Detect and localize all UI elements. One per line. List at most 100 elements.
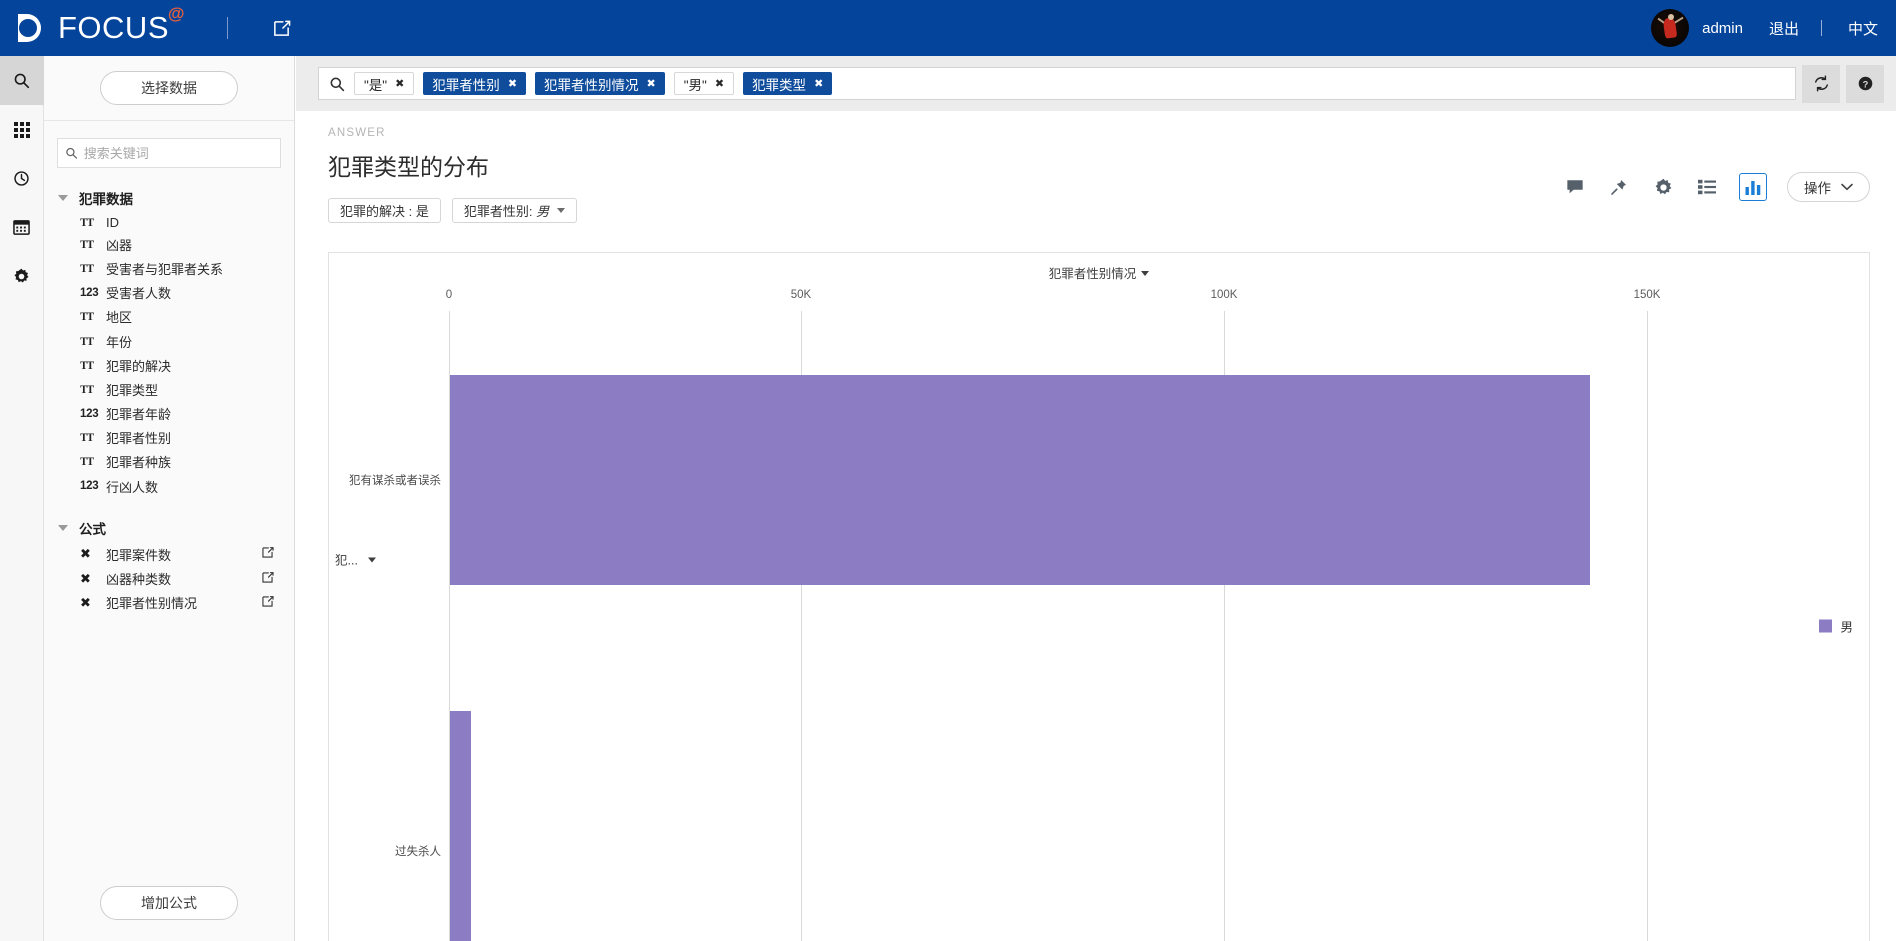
- legend-label-male: 男: [1840, 620, 1853, 635]
- table-icon[interactable]: [1695, 175, 1719, 199]
- chevron-down-icon[interactable]: [1141, 271, 1150, 276]
- rail-item-recent[interactable]: [0, 154, 44, 203]
- pin-icon[interactable]: [1607, 175, 1631, 199]
- caret-down-icon[interactable]: [58, 525, 68, 532]
- text-type-icon: TT: [80, 238, 106, 251]
- field-region[interactable]: TT 地区: [44, 305, 294, 329]
- search-input[interactable]: [83, 145, 273, 161]
- token-remove-icon[interactable]: ✖: [395, 77, 404, 90]
- text-type-icon: TT: [80, 262, 106, 275]
- chevron-down-icon[interactable]: [557, 208, 566, 213]
- chart-x-axis-title[interactable]: 犯罪者性别情况: [329, 263, 1869, 282]
- header-user-area: admin 退出 中文: [1651, 9, 1878, 47]
- comment-icon[interactable]: [1563, 175, 1587, 199]
- token-remove-icon[interactable]: ✖: [814, 77, 823, 90]
- field-victim-offender-relation[interactable]: TT 受害者与犯罪者关系: [44, 256, 294, 280]
- chevron-down-icon: [1841, 183, 1853, 191]
- bar-murder-manslaughter[interactable]: [450, 375, 1590, 585]
- caret-down-icon[interactable]: [58, 195, 68, 201]
- language-link[interactable]: 中文: [1848, 18, 1878, 39]
- token-label: "是": [364, 77, 388, 93]
- filter-chip-gender[interactable]: 犯罪者性别: 男: [451, 198, 578, 223]
- help-icon[interactable]: ?: [1846, 64, 1884, 103]
- field-offender-gender[interactable]: TT 犯罪者性别: [44, 426, 294, 450]
- sidebar-search[interactable]: [57, 138, 281, 168]
- token-label: 犯罪类型: [752, 77, 807, 93]
- avatar[interactable]: [1651, 9, 1690, 47]
- field-offender-race[interactable]: TT 犯罪者种族: [44, 450, 294, 474]
- sidebar-footer: 增加公式: [44, 865, 294, 941]
- chart-plot-area: 0 50K 100K 150K 犯有谋杀或者误杀 过失杀人 犯... 男: [329, 289, 1869, 941]
- text-type-icon: TT: [80, 359, 106, 372]
- token-label: "男": [683, 77, 707, 93]
- formula-offender-gender-status[interactable]: ✖ 犯罪者性别情况: [44, 591, 294, 615]
- number-type-icon: 123: [80, 480, 99, 493]
- formula-x-icon: ✖: [80, 570, 91, 586]
- gridline-3: 150K: [1634, 289, 1660, 941]
- rail-item-grid[interactable]: [0, 105, 44, 154]
- edit-square-icon[interactable]: [272, 19, 291, 38]
- add-formula-button[interactable]: 增加公式: [100, 886, 238, 920]
- formula-crime-case-count[interactable]: ✖ 犯罪案件数: [44, 542, 294, 566]
- token-remove-icon[interactable]: ✖: [508, 77, 517, 90]
- svg-text:T: T: [87, 217, 95, 229]
- field-tree: 犯罪数据 TT ID TT 凶器 TT 受害者与犯罪者关系 123 受害者人数 …: [44, 184, 294, 865]
- svg-text:T: T: [87, 312, 95, 324]
- edit-formula-icon[interactable]: [261, 595, 274, 611]
- chart-legend: 男: [1819, 617, 1853, 636]
- refresh-icon[interactable]: [1802, 64, 1840, 103]
- x-tick-label-3: 150K: [1633, 289, 1661, 301]
- formula-x-icon: ✖: [80, 594, 91, 610]
- field-label: 犯罪类型: [106, 382, 159, 398]
- field-victim-count[interactable]: 123 受害者人数: [44, 281, 294, 305]
- field-id[interactable]: TT ID: [44, 212, 294, 232]
- bar-negligent-homicide[interactable]: [450, 711, 471, 941]
- gear-icon[interactable]: [1651, 175, 1675, 199]
- query-token-1[interactable]: 犯罪者性别 ✖: [423, 72, 527, 95]
- filter-chip-label: 犯罪的解决 : 是: [340, 204, 429, 219]
- token-remove-icon[interactable]: ✖: [715, 77, 724, 90]
- field-offender-count[interactable]: 123 行凶人数: [44, 474, 294, 498]
- edit-formula-icon[interactable]: [261, 571, 274, 587]
- chart-icon[interactable]: [1739, 173, 1767, 201]
- header-divider: [227, 17, 228, 39]
- field-offender-age[interactable]: 123 犯罪者年龄: [44, 402, 294, 426]
- query-token-0[interactable]: "是" ✖: [354, 72, 415, 95]
- search-icon: [66, 147, 78, 159]
- filter-chip-resolution[interactable]: 犯罪的解决 : 是: [328, 198, 441, 223]
- tree-group-formulas[interactable]: 公式: [44, 514, 294, 542]
- operations-button[interactable]: 操作: [1787, 172, 1870, 202]
- text-type-icon: TT: [80, 216, 106, 229]
- field-crime-resolution[interactable]: TT 犯罪的解决: [44, 353, 294, 377]
- query-token-3[interactable]: "男" ✖: [673, 72, 735, 95]
- query-token-2[interactable]: 犯罪者性别情况 ✖: [535, 72, 665, 95]
- token-remove-icon[interactable]: ✖: [647, 77, 656, 90]
- formula-weapon-type-count[interactable]: ✖ 凶器种类数: [44, 566, 294, 590]
- chevron-down-icon[interactable]: [367, 557, 376, 563]
- svg-text:T: T: [87, 336, 95, 348]
- field-label: 犯罪者种族: [106, 455, 172, 471]
- edit-formula-icon[interactable]: [261, 546, 274, 562]
- chart-x-axis-header: 犯罪者性别情况: [329, 253, 1869, 311]
- field-year[interactable]: TT 年份: [44, 329, 294, 353]
- answer-toolbar: 操作: [1563, 172, 1870, 202]
- filter-chip-label: 犯罪者性别: 男: [463, 204, 550, 219]
- number-type-icon: 123: [80, 407, 99, 420]
- brand-logo[interactable]: FOCUS @: [14, 4, 184, 46]
- query-token-4[interactable]: 犯罪类型 ✖: [743, 72, 833, 95]
- select-data-button[interactable]: 选择数据: [100, 71, 238, 105]
- svg-text:T: T: [87, 384, 95, 396]
- logout-link[interactable]: 退出: [1769, 18, 1799, 39]
- text-type-icon: TT: [80, 310, 106, 324]
- tree-group-crime-data[interactable]: 犯罪数据: [44, 184, 294, 212]
- field-crime-type[interactable]: TT 犯罪类型: [44, 377, 294, 401]
- rail-item-calendar[interactable]: [0, 203, 44, 252]
- field-weapon[interactable]: TT 凶器: [44, 232, 294, 256]
- text-type-icon: TT: [80, 431, 106, 444]
- query-token-box[interactable]: "是" ✖ 犯罪者性别 ✖ 犯罪者性别情况 ✖ "男" ✖ 犯罪类型 ✖: [318, 67, 1796, 100]
- y-category-label-1: 过失杀人: [395, 846, 441, 858]
- rail-item-search[interactable]: [0, 56, 44, 105]
- chart-card: 犯罪者性别情况 0 50K 100K 150K 犯有谋杀或者误杀 过失杀人 犯.…: [328, 252, 1870, 941]
- rail-item-settings[interactable]: [0, 252, 44, 301]
- chart-y-axis-selector[interactable]: 犯...: [335, 550, 376, 569]
